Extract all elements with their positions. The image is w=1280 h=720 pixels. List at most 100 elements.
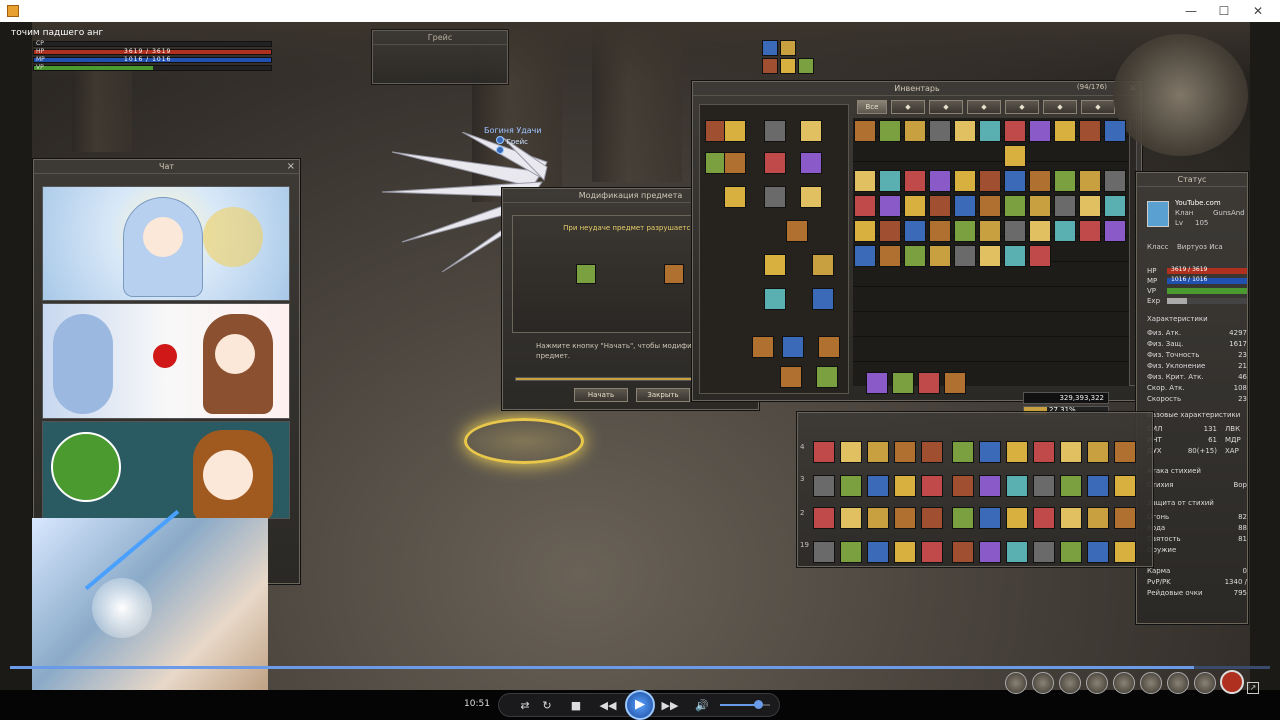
inventory-item[interactable]	[1104, 220, 1126, 242]
inventory-item[interactable]	[1054, 120, 1076, 142]
skill-slot[interactable]	[1033, 475, 1055, 497]
skill-slot[interactable]	[1087, 441, 1109, 463]
inventory-item[interactable]	[954, 170, 976, 192]
inventory-item[interactable]	[954, 120, 976, 142]
tab-consumables[interactable]: ◆	[967, 100, 1001, 114]
skill-slot[interactable]	[1060, 441, 1082, 463]
inventory-item[interactable]	[929, 120, 951, 142]
skill-slot[interactable]	[921, 441, 943, 463]
volume-handle[interactable]	[754, 700, 763, 709]
inventory-item[interactable]	[979, 170, 1001, 192]
inventory-item[interactable]	[1079, 195, 1101, 217]
skill-slot[interactable]	[840, 541, 862, 563]
inventory-item[interactable]	[1054, 170, 1076, 192]
inventory-item[interactable]	[1079, 220, 1101, 242]
inventory-item[interactable]	[979, 195, 1001, 217]
inventory-item[interactable]	[1029, 220, 1051, 242]
equipment-slot[interactable]	[764, 288, 786, 310]
skill-slot[interactable]	[1087, 507, 1109, 529]
inventory-item[interactable]	[1004, 220, 1026, 242]
equipment-slot[interactable]	[780, 366, 802, 388]
skill-slot[interactable]	[1060, 541, 1082, 563]
inventory-item[interactable]	[879, 195, 901, 217]
skill-slot[interactable]	[1114, 507, 1136, 529]
modify-item-slot[interactable]	[576, 264, 596, 284]
menu-button[interactable]	[1059, 672, 1081, 694]
menu-button[interactable]	[1194, 672, 1216, 694]
start-button[interactable]: Начать	[574, 388, 628, 402]
equipment-slot[interactable]	[764, 152, 786, 174]
inventory-item[interactable]	[1029, 245, 1051, 267]
tab-quest[interactable]: ◆	[1043, 100, 1077, 114]
skill-slot[interactable]	[867, 475, 889, 497]
inventory-item[interactable]	[1004, 170, 1026, 192]
equipment-slot[interactable]	[782, 336, 804, 358]
equipment-slot[interactable]	[764, 186, 786, 208]
inventory-item[interactable]	[929, 220, 951, 242]
close-window-button[interactable]: ✕	[1243, 3, 1273, 19]
equipment-slot[interactable]	[812, 288, 834, 310]
inventory-item[interactable]	[1029, 120, 1051, 142]
equipment-slot[interactable]	[764, 120, 786, 142]
inventory-item[interactable]	[904, 195, 926, 217]
skill-slot[interactable]	[1006, 507, 1028, 529]
skill-slot[interactable]	[894, 507, 916, 529]
inventory-item[interactable]	[1029, 170, 1051, 192]
inventory-item[interactable]	[904, 245, 926, 267]
skill-slot[interactable]	[921, 541, 943, 563]
equipment-slot[interactable]	[764, 254, 786, 276]
inventory-item[interactable]	[1004, 145, 1026, 167]
equipment-slot[interactable]	[752, 336, 774, 358]
inventory-item[interactable]	[1004, 195, 1026, 217]
skill-slot[interactable]	[1033, 541, 1055, 563]
volume-icon[interactable]: 🔊	[692, 696, 712, 716]
rewind-icon[interactable]: ◀◀	[598, 696, 618, 716]
inventory-item[interactable]	[954, 220, 976, 242]
inventory-item[interactable]	[854, 120, 876, 142]
skill-slot[interactable]	[1114, 541, 1136, 563]
inventory-item[interactable]	[1079, 170, 1101, 192]
tab-materials[interactable]: ◆	[1005, 100, 1039, 114]
equipment-slot[interactable]	[800, 186, 822, 208]
skill-slot[interactable]	[840, 475, 862, 497]
equipment-slot[interactable]	[800, 120, 822, 142]
menu-button[interactable]	[1086, 672, 1108, 694]
equipment-slot[interactable]	[892, 372, 914, 394]
equipment-slot[interactable]	[786, 220, 808, 242]
skill-slot[interactable]	[813, 475, 835, 497]
fullscreen-icon[interactable]: ↗	[1247, 682, 1259, 694]
inventory-item[interactable]	[904, 170, 926, 192]
inventory-item[interactable]	[979, 245, 1001, 267]
skill-slot[interactable]	[1060, 475, 1082, 497]
inventory-item[interactable]	[1079, 120, 1101, 142]
skill-slot[interactable]	[813, 507, 835, 529]
inventory-item[interactable]	[1054, 220, 1076, 242]
minimize-button[interactable]: —	[1176, 3, 1206, 19]
skill-slot[interactable]	[1033, 441, 1055, 463]
inventory-item[interactable]	[1004, 245, 1026, 267]
menu-button[interactable]	[1140, 672, 1162, 694]
play-icon[interactable]: ▶	[625, 690, 655, 720]
skill-slot[interactable]	[979, 475, 1001, 497]
inventory-item[interactable]	[929, 245, 951, 267]
inventory-item[interactable]	[1104, 120, 1126, 142]
equipment-slot[interactable]	[818, 336, 840, 358]
equipment-slot[interactable]	[812, 254, 834, 276]
equipment-slot[interactable]	[800, 152, 822, 174]
inventory-item[interactable]	[1029, 195, 1051, 217]
equipment-slot[interactable]	[816, 366, 838, 388]
skill-slot[interactable]	[867, 441, 889, 463]
skill-slot[interactable]	[813, 541, 835, 563]
menu-button[interactable]	[1113, 672, 1135, 694]
skill-slot[interactable]	[1006, 441, 1028, 463]
inventory-item[interactable]	[879, 245, 901, 267]
inventory-item[interactable]	[954, 195, 976, 217]
inventory-item[interactable]	[979, 120, 1001, 142]
skill-slot[interactable]	[952, 475, 974, 497]
skill-slot[interactable]	[1087, 541, 1109, 563]
inventory-item[interactable]	[979, 220, 1001, 242]
equipment-slot[interactable]	[944, 372, 966, 394]
tab-misc[interactable]: ◆	[1081, 100, 1115, 114]
inventory-item[interactable]	[854, 170, 876, 192]
inventory-item[interactable]	[854, 245, 876, 267]
